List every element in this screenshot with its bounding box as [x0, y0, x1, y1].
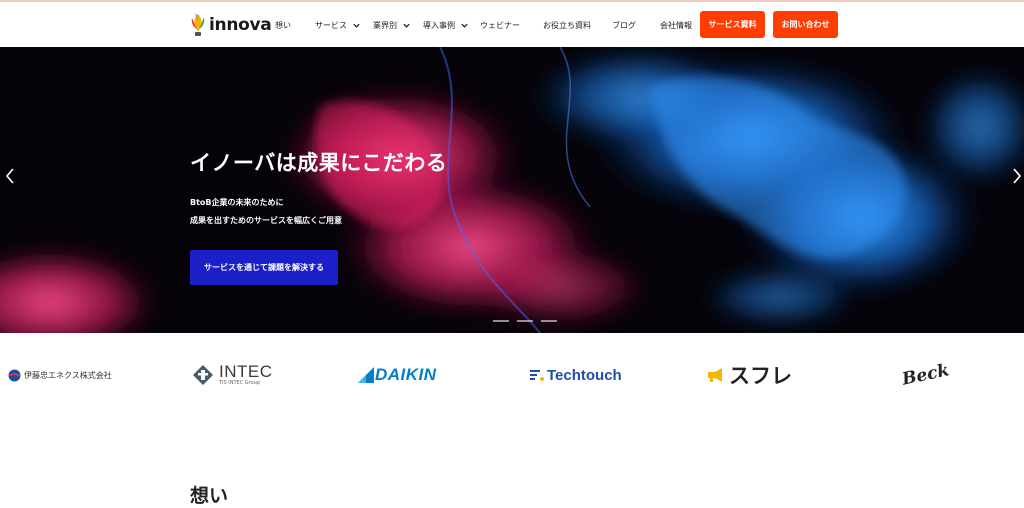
itochu-enex-logo-icon: [8, 369, 21, 381]
client-name: DAIKIN: [375, 365, 437, 384]
hero-cta-button[interactable]: サービスを通じて課題を解決する: [190, 250, 338, 285]
nav-item-label: サービス: [315, 20, 347, 30]
carousel-indicator-3[interactable]: [541, 320, 557, 322]
hero-subtitle-line2: 成果を出すためのサービスを幅広くご用意: [190, 216, 342, 225]
nav-item-resources[interactable]: お役立ち資料: [543, 14, 591, 36]
client-name: INTEC: [219, 362, 273, 381]
carousel-next-arrow-icon[interactable]: [1010, 167, 1024, 185]
intec-logo-icon: [193, 365, 213, 385]
nav-item-blog[interactable]: ブログ: [612, 14, 636, 36]
nav-item-label: 導入事例: [423, 20, 455, 30]
carousel-prev-arrow-icon[interactable]: [3, 167, 17, 185]
chevron-down-icon: [353, 23, 360, 28]
site-header: innova 想い サービス 業界別 導入事例 ウェビナー お役立ち資料 ブログ…: [0, 2, 1024, 47]
hero-subtitle-line1: BtoB企業の未来のために: [190, 198, 284, 207]
carousel-indicators: [493, 320, 557, 322]
megaphone-logo-icon: [708, 368, 722, 382]
nav-item-services[interactable]: サービス: [315, 14, 361, 36]
nav-item-label: ウェビナー: [480, 20, 520, 30]
nav-item-case-studies[interactable]: 導入事例: [423, 14, 469, 36]
techtouch-logo-icon: [530, 370, 544, 381]
client-name: Beck: [900, 360, 951, 390]
daikin-logo-icon: [358, 367, 374, 383]
chevron-down-icon: [461, 23, 468, 28]
client-logo-itochu-enex: 伊藤忠エネクス株式会社: [8, 340, 112, 410]
client-name: スフレ: [729, 364, 792, 388]
hero-title: イノーバは成果にこだわる: [190, 151, 448, 175]
nav-item-label: 業界別: [373, 20, 397, 30]
brand-logo[interactable]: innova: [189, 11, 272, 39]
nav-item-industries[interactable]: 業界別: [373, 14, 411, 36]
client-logo-sufure: スフレ: [706, 340, 792, 410]
client-name: 伊藤忠エネクス株式会社: [24, 370, 112, 380]
nav-item-label: ブログ: [612, 20, 636, 30]
client-logo-daikin: DAIKIN: [357, 340, 437, 410]
contact-button[interactable]: お問い合わせ: [773, 11, 838, 38]
brand-name: innova: [209, 15, 272, 35]
client-subtitle: TIS INTEC Group: [219, 380, 261, 386]
carousel-indicator-2[interactable]: [517, 320, 533, 322]
nav-item-philosophy[interactable]: 想い: [275, 14, 291, 36]
innova-logo-icon: [191, 13, 205, 36]
hero-background-image: [0, 47, 1024, 333]
nav-item-label: 会社情報: [660, 20, 692, 30]
client-logo-beck: Beck: [900, 340, 951, 410]
client-logo-intec: INTEC TIS INTEC Group: [192, 340, 273, 410]
hero-carousel: イノーバは成果にこだわる BtoB企業の未来のために 成果を出すためのサービスを…: [0, 47, 1024, 333]
chevron-down-icon: [403, 23, 410, 28]
section-title: 想い: [190, 485, 229, 507]
nav-item-label: 想い: [275, 20, 291, 30]
nav-item-webinar[interactable]: ウェビナー: [480, 14, 520, 36]
client-logo-techtouch: Techtouch: [530, 340, 622, 410]
carousel-indicator-1[interactable]: [493, 320, 509, 322]
service-doc-button[interactable]: サービス資料: [700, 11, 765, 38]
client-logos: 伊藤忠エネクス株式会社 INTEC TIS INTEC Group DAIKIN…: [0, 340, 1024, 410]
nav-item-label: お役立ち資料: [543, 20, 591, 30]
nav-item-company[interactable]: 会社情報: [660, 14, 692, 36]
client-name: Techtouch: [547, 366, 622, 384]
